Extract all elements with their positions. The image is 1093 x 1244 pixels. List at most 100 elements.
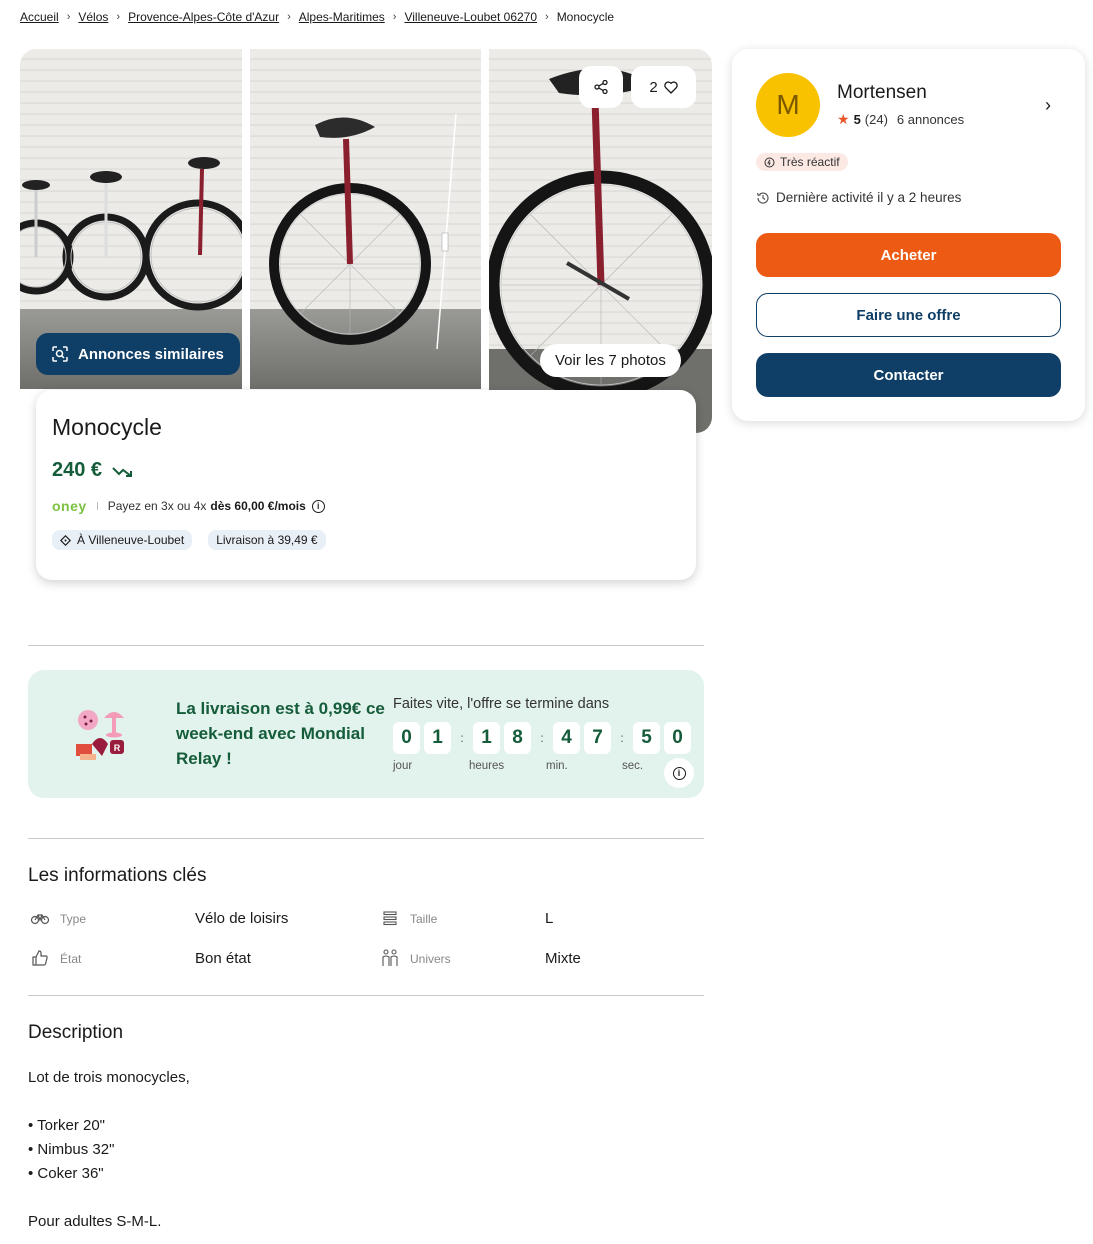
countdown-label-seconds: sec. [622,760,644,772]
delivery-promo-banner: R La livraison est à 0,99€ ce week-end a… [28,670,704,798]
responsive-badge: Très réactif [756,153,848,171]
breadcrumb-home[interactable]: Accueil [20,10,59,24]
make-offer-button[interactable]: Faire une offre [756,293,1061,337]
countdown-timer: 0 1 : 1 8 : 4 7 : 5 0 [393,722,695,754]
key-info-title: Les informations clés [28,865,207,886]
key-info-value: L [545,910,554,927]
countdown-digit: 1 [473,722,500,754]
oney-payment-row: oney Payez en 3x ou 4x dès 60,00 €/mois … [52,498,680,514]
last-activity: Dernière activité il y a 2 heures [756,190,961,205]
key-info-value: Vélo de loisirs [195,910,289,927]
mondial-relay-illustration: R [76,710,124,760]
countdown-separator: : [540,731,544,745]
breadcrumb-velos[interactable]: Vélos [78,10,108,24]
listing-summary-card: Monocycle 240 € oney Payez en 3x ou 4x d… [36,390,696,580]
breadcrumb: Accueil › Vélos › Provence-Alpes-Côte d'… [20,10,614,24]
listing-price: 240 € [52,459,103,481]
favorite-count: 2 [649,78,658,96]
countdown-digit: 7 [584,722,611,754]
photo-gallery[interactable]: 2 Voir les 7 photos [20,49,712,433]
description-bullet: • Coker 36" [28,1165,104,1182]
breadcrumb-region[interactable]: Provence-Alpes-Côte d'Azur [128,10,279,24]
delivery-tag[interactable]: Livraison à 39,49 € [208,530,326,550]
unicycle-photo-illustration [269,113,457,350]
chat-bolt-icon [764,157,775,167]
divider [96,502,98,510]
similar-listings-label: Annonces similaires [78,345,224,363]
thumbs-up-icon [32,950,48,966]
size-list-icon [383,911,397,926]
listing-title: Monocycle [52,414,162,440]
delivery-label: Livraison à 39,49 € [216,533,318,547]
review-count: (24) [864,112,888,127]
countdown-label-minutes: min. [546,760,568,772]
heart-icon [663,80,678,94]
last-activity-label: Dernière activité il y a 2 heures [776,190,962,205]
rating-value: 5 [853,112,861,127]
divider [28,995,704,996]
share-button[interactable] [579,66,623,108]
countdown-label-hours: heures [469,760,505,772]
description-bullet: • Nimbus 32" [28,1141,115,1158]
share-icon [594,80,608,94]
divider [28,838,704,839]
description-bullet: • Torker 20" [28,1117,105,1134]
key-info-label: État [60,952,82,966]
description-outro: Pour adultes S-M-L. [28,1213,162,1230]
star-icon: ★ [837,111,850,127]
listing-count: 6 annonces [896,112,965,127]
favorite-button[interactable]: 2 [631,66,696,108]
key-info-label: Type [60,912,87,926]
seller-name[interactable]: Mortensen [837,82,927,104]
responsive-badge-label: Très réactif [780,155,840,169]
breadcrumb-city[interactable]: Villeneuve-Loubet 06270 [404,10,537,24]
location-diamond-icon [60,534,71,546]
countdown-digit: 4 [553,722,580,754]
description-title: Description [28,1022,124,1043]
location-label: À Villeneuve-Loubet [77,533,185,547]
chevron-right-icon: › [116,11,121,23]
breadcrumb-current: Monocycle [556,10,615,24]
countdown-label-days: jour [393,760,413,772]
key-info-value: Bon état [195,950,251,967]
promo-countdown-title: Faites vite, l'offre se termine dans [393,696,610,712]
view-all-photos-label: Voir les 7 photos [555,352,666,369]
svg-text:R: R [114,743,121,753]
photo-2[interactable] [250,49,481,389]
view-all-photos-button[interactable]: Voir les 7 photos [540,344,681,377]
chevron-right-icon: › [66,11,71,23]
countdown-digit: 0 [393,722,420,754]
promo-text: La livraison est à 0,99€ ce week-end ave… [176,699,385,768]
bike-icon [30,914,50,925]
info-icon: i [672,766,686,780]
description-intro: Lot de trois monocycles, [28,1069,190,1086]
chevron-right-icon: › [392,11,397,23]
buy-button[interactable]: Acheter [756,233,1061,277]
similar-listings-button[interactable]: Annonces similaires [36,333,240,375]
seller-rating: ★ 5 (24) 6 annonces [837,111,964,128]
people-icon [382,949,398,966]
info-icon[interactable]: i [311,499,325,513]
key-info-label: Univers [410,952,451,966]
key-info-value: Mixte [545,950,581,967]
description-body: Lot de trois monocycles, • Torker 20" • … [28,1066,190,1234]
countdown-digit: 8 [504,722,531,754]
countdown-separator: : [460,731,464,745]
chevron-right-icon: › [545,11,549,23]
oney-text: Payez en 3x ou 4x [107,499,207,513]
countdown-digit: 1 [424,722,451,754]
contact-button[interactable]: Contacter [756,353,1061,397]
promo-info-button[interactable]: i [664,758,694,788]
key-info-label: Taille [410,912,438,926]
oney-amount: dès 60,00 €/mois [210,499,306,513]
breadcrumb-department[interactable]: Alpes-Maritimes [299,10,385,24]
scan-search-icon [52,346,68,362]
avatar[interactable]: M [756,73,820,137]
chevron-right-icon[interactable]: › [1045,95,1051,116]
history-icon [756,191,769,204]
chevron-right-icon: › [287,11,291,23]
countdown-separator: : [620,731,624,745]
oney-logo: oney [52,498,87,514]
location-tag[interactable]: À Villeneuve-Loubet [52,530,193,550]
countdown-digit: 0 [664,722,691,754]
